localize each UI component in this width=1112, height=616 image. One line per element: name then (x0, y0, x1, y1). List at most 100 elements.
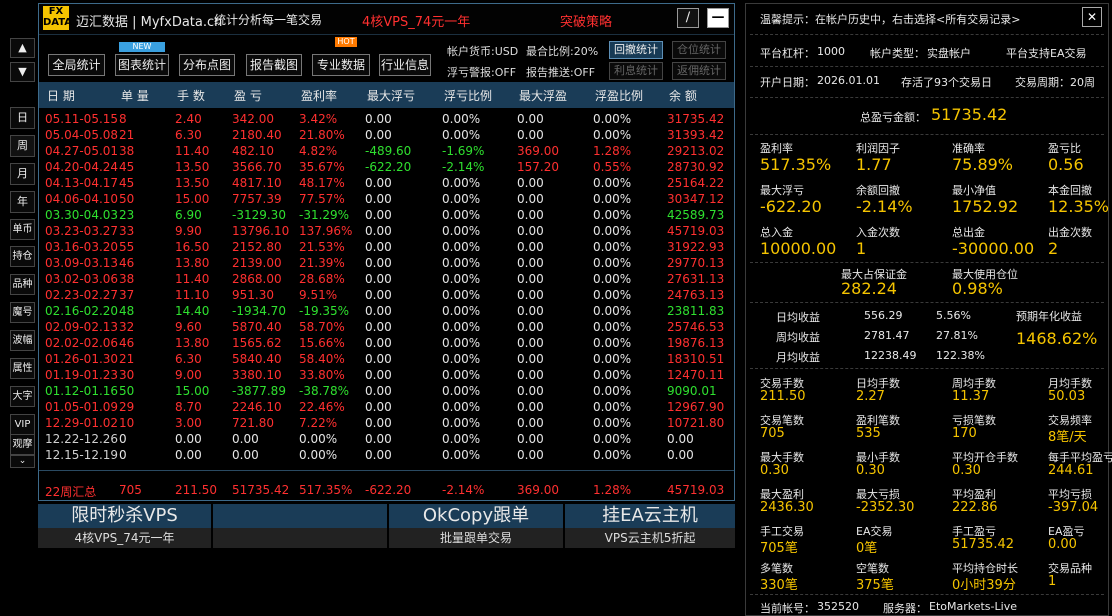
distribution-plot-button[interactable]: 分布点图 (179, 54, 235, 76)
cell-date: 01.19-01.23 (45, 368, 119, 382)
side-tab-vip[interactable]: VIP (10, 414, 35, 435)
report-screenshot-button[interactable]: 报告截图 (246, 54, 302, 76)
summary-profit-rate: 517.35% (299, 483, 353, 497)
side-tab-month[interactable]: 月 (10, 163, 35, 185)
promo-subtitle: 批量跟单交易 (389, 528, 563, 548)
side-tab-week[interactable]: 周 (10, 135, 35, 157)
cell-balance: 10721.80 (667, 416, 725, 430)
cell-date: 01.05-01.09 (45, 400, 119, 414)
cell-max-float-profit: 0.00 (517, 448, 544, 462)
promo-ea-cloud-promo[interactable]: 挂EA云主机 VPS云主机5折起 (565, 504, 735, 548)
cell-lots: 2.40 (175, 112, 202, 126)
side-tab-large-font[interactable]: 大字 (10, 386, 35, 407)
table-header: 日 期 单 量 手 数 盈 亏 盈利率 最大浮亏 浮亏比例 最大浮盈 浮盈比例 余 额 (39, 82, 734, 108)
stat-label: 入金次数 (856, 226, 900, 239)
server-value: EtoMarkets-Live (929, 600, 1017, 613)
stat-label: 总入金 (760, 226, 793, 239)
interest-stats-button[interactable]: 利息统计 (609, 62, 663, 80)
cell-pnl: 3380.10 (232, 368, 282, 382)
table-row: 01.26-01.30 21 6.30 5840.40 58.40% 0.00 0.00% 0… (39, 352, 734, 368)
chart-stats-button[interactable]: 图表统计 (115, 54, 169, 76)
promo-vps-flash-sale[interactable]: 限时秒杀VPS 4核VPS_74元一年 (38, 504, 211, 548)
cell-max-float-profit: 0.00 (517, 192, 544, 206)
table-row: 03.30-04.03 23 6.90 -3129.30 -31.29% 0.00 0.00… (39, 208, 734, 224)
cell-balance: 12470.11 (667, 368, 725, 382)
stat-label: 本金回撤 (1048, 184, 1092, 197)
rebate-stats-button[interactable]: 返佣统计 (672, 62, 726, 80)
cell-profit-rate: 21.80% (299, 128, 345, 142)
cell-orders: 23 (119, 208, 135, 222)
cell-lots: 15.00 (175, 384, 210, 398)
cell-lots: 11.40 (175, 144, 210, 158)
cell-date: 04.27-05.01 (45, 144, 119, 158)
summary-date: 22周汇总 (45, 485, 97, 499)
side-tab-symbol[interactable]: 品种 (10, 274, 35, 295)
close-icon[interactable]: ✕ (1082, 7, 1102, 27)
account-value: 352520 (817, 600, 859, 613)
cell-float-profit-ratio: 0.00% (593, 400, 632, 414)
stat-label: 利润因子 (856, 142, 900, 155)
cell-balance: 31393.42 (667, 128, 725, 142)
avg-percent: 122.38% (936, 349, 985, 362)
industry-info-button[interactable]: 行业信息 (379, 54, 431, 76)
promo-link[interactable]: 4核VPS_74元一年 (362, 11, 470, 30)
side-tab-day[interactable]: 日 (10, 107, 35, 129)
cell-balance: 30347.12 (667, 192, 725, 206)
cell-max-float-loss: 0.00 (365, 224, 392, 238)
cell-float-loss-ratio: 0.00% (442, 256, 481, 270)
stat-value: 0.00 (1048, 537, 1077, 552)
cell-balance: 23811.83 (667, 304, 725, 318)
cell-max-float-loss: 0.00 (365, 320, 392, 334)
trade-period-value: 20周 (1070, 76, 1095, 89)
side-tab-magic[interactable]: 魔号 (10, 302, 35, 323)
cell-pnl: 1565.62 (232, 336, 282, 350)
side-tab-spectate[interactable]: 观摩 (10, 434, 35, 455)
cell-float-loss-ratio: 0.00% (442, 448, 481, 462)
cell-max-float-profit: 0.00 (517, 128, 544, 142)
drawdown-stats-button[interactable]: 回撤统计 (609, 41, 663, 59)
cell-orders: 45 (119, 176, 135, 190)
scroll-down-button[interactable]: ▼ (10, 62, 35, 82)
cell-max-float-loss: 0.00 (365, 336, 392, 350)
annual-value: 1468.62% (1016, 329, 1098, 348)
cell-pnl: 2246.10 (232, 400, 282, 414)
side-tab-single-currency[interactable]: 单币 (10, 219, 35, 240)
side-tab-attribute[interactable]: 属性 (10, 358, 35, 379)
cell-float-profit-ratio: 0.00% (593, 176, 632, 190)
cell-float-loss-ratio: 0.00% (442, 224, 481, 238)
cell-max-float-loss: 0.00 (365, 176, 392, 190)
cell-max-float-profit: 0.00 (517, 368, 544, 382)
cell-max-float-profit: 0.00 (517, 272, 544, 286)
cell-profit-rate: -38.78% (299, 384, 350, 398)
cell-max-float-profit: 0.00 (517, 112, 544, 126)
scroll-up-button[interactable]: ▲ (10, 38, 35, 58)
side-tab-amplitude[interactable]: 波幅 (10, 330, 35, 351)
position-stats-button[interactable]: 仓位统计 (672, 41, 726, 59)
cell-orders: 33 (119, 224, 135, 238)
promo-okcopy-promo[interactable]: OkCopy跟单 批量跟单交易 (389, 504, 563, 548)
summary-max-float-profit: 369.00 (517, 483, 559, 497)
cell-date: 12.29-01.02 (45, 416, 119, 430)
side-tab-position[interactable]: 持仓 (10, 246, 35, 267)
cell-orders: 55 (119, 240, 135, 254)
cell-lots: 6.30 (175, 352, 202, 366)
more-tabs-button[interactable]: ⌄ (10, 455, 35, 468)
side-tab-year[interactable]: 年 (10, 191, 35, 213)
avg-amount: 2781.47 (864, 329, 910, 342)
stat-value: 705笔 (760, 541, 798, 556)
cell-max-float-loss: 0.00 (365, 384, 392, 398)
cell-balance: 28730.92 (667, 160, 725, 174)
edit-button[interactable]: ∕ (677, 8, 699, 28)
avg-percent: 27.81% (936, 329, 978, 342)
cell-orders: 21 (119, 352, 135, 366)
cell-float-loss-ratio: 0.00% (442, 128, 481, 142)
global-stats-button[interactable]: 全局统计 (48, 54, 105, 76)
cell-pnl: -1934.70 (232, 304, 286, 318)
cell-pnl: 0.00 (232, 432, 259, 446)
cell-orders: 32 (119, 320, 135, 334)
cell-profit-rate: 21.39% (299, 256, 345, 270)
cell-date: 02.02-02.06 (45, 336, 119, 350)
promo-blank-promo[interactable] (213, 504, 387, 548)
minimize-button[interactable]: — (707, 8, 729, 28)
pro-data-button[interactable]: 专业数据 (312, 54, 370, 76)
